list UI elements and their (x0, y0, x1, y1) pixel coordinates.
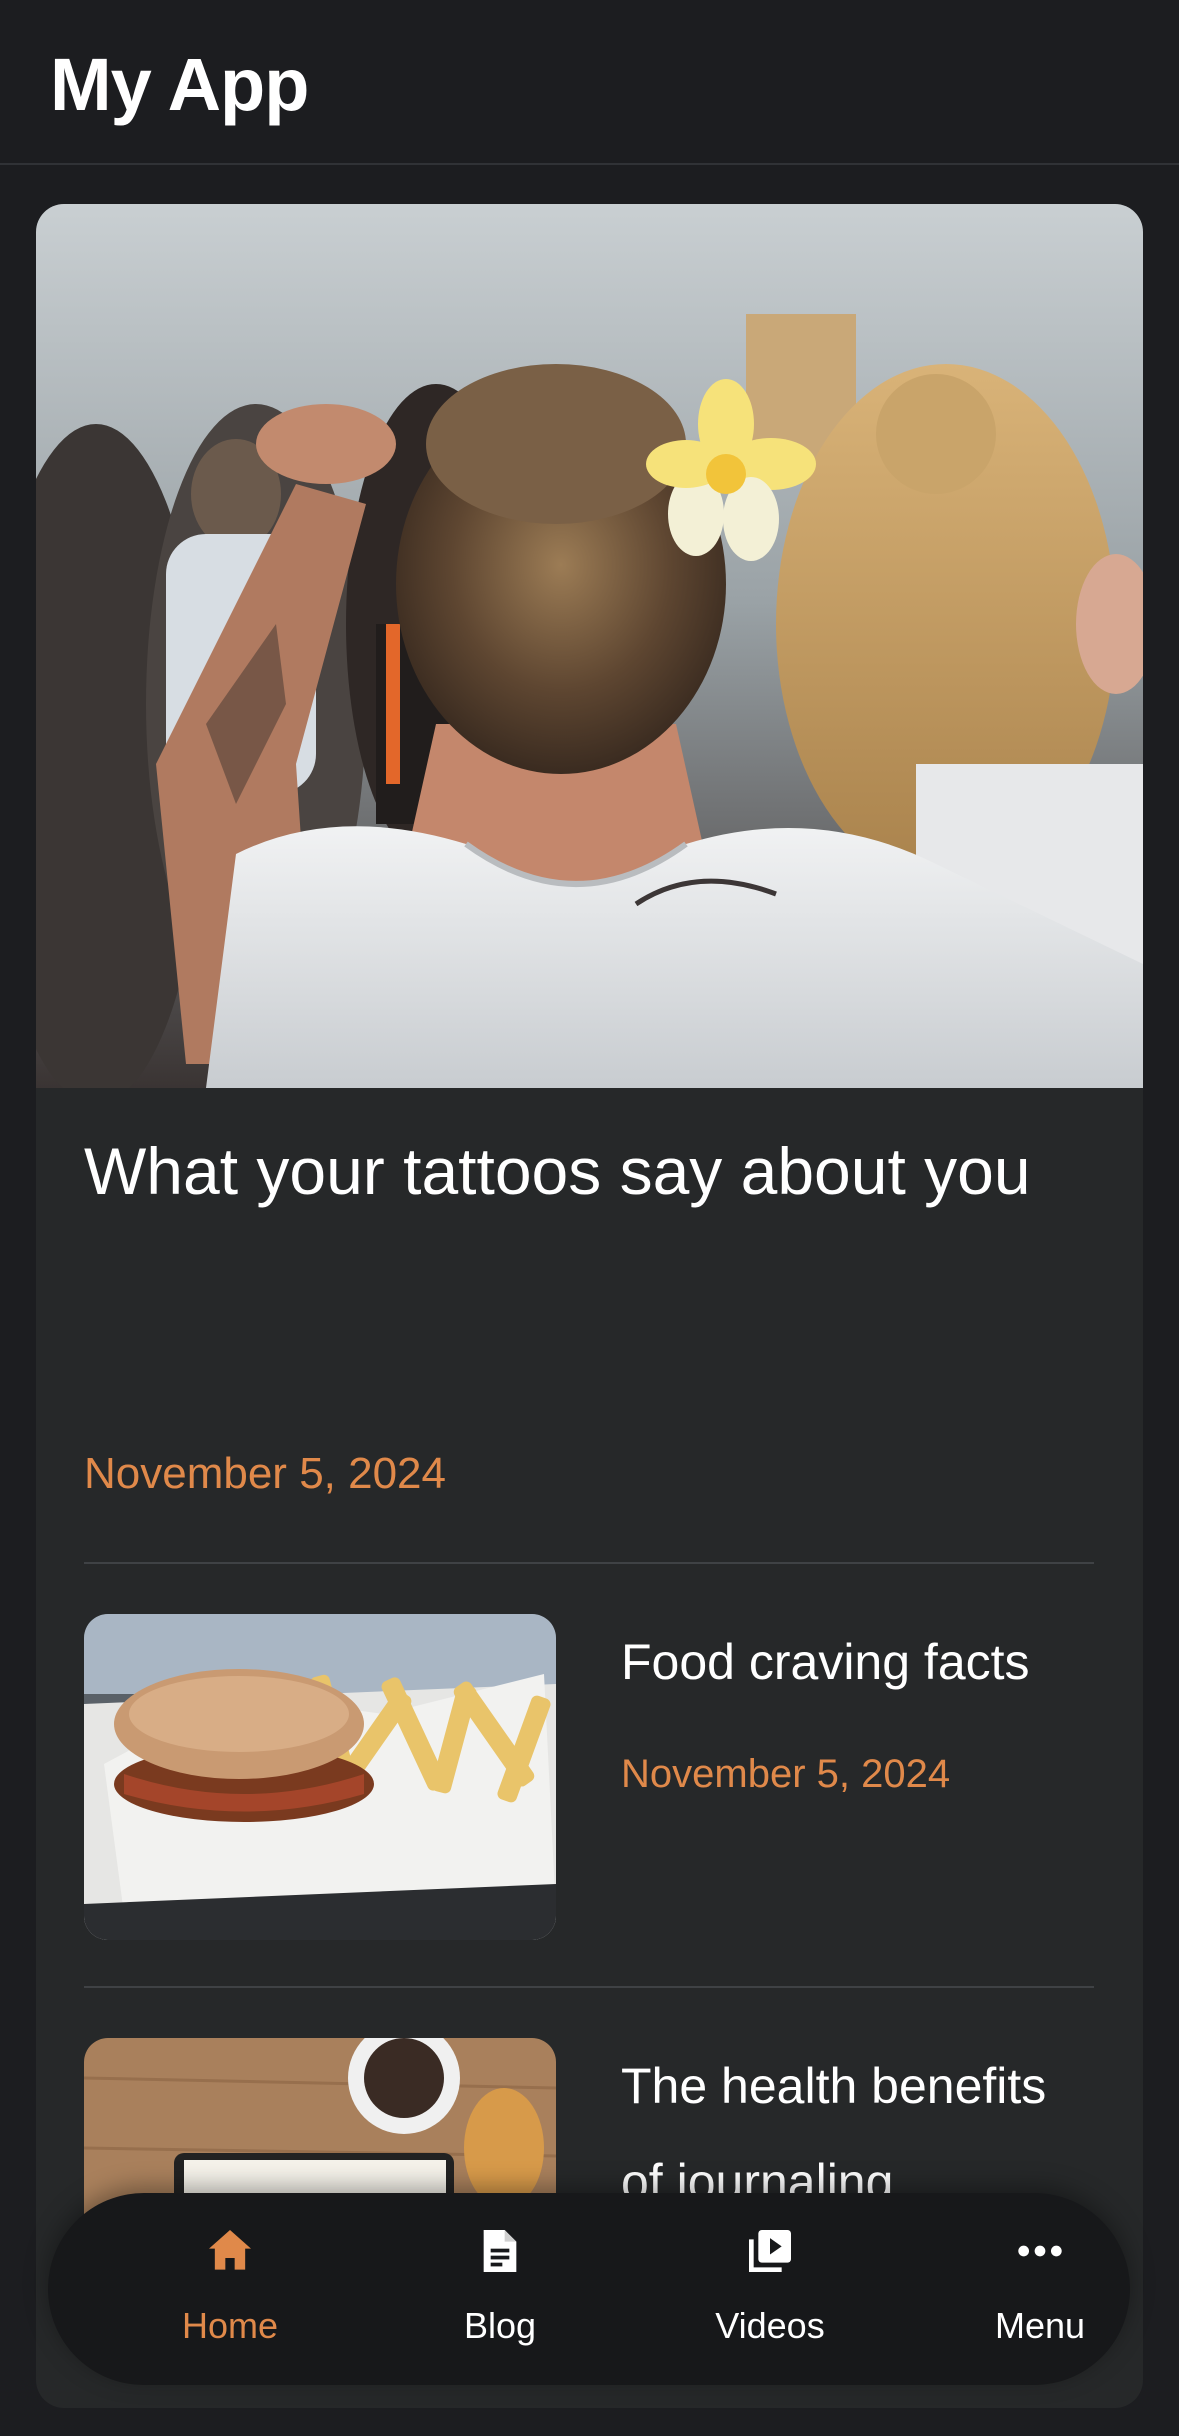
document-icon (483, 2230, 517, 2272)
nav-item-videos[interactable]: Videos (650, 2193, 890, 2385)
bottom-navigation: Home Blog Videos Menu (48, 2193, 1130, 2385)
nav-item-home[interactable]: Home (110, 2193, 350, 2385)
featured-article-date: November 5, 2024 (84, 1449, 446, 1498)
divider (84, 1562, 1094, 1564)
nav-item-blog[interactable]: Blog (380, 2193, 620, 2385)
divider (84, 1986, 1094, 1988)
article-feed-card: What your tattoos say about you November… (36, 204, 1143, 2408)
more-horizontal-icon (1018, 2245, 1062, 2257)
nav-label-home: Home (181, 2305, 279, 2346)
article-date: November 5, 2024 (621, 1752, 951, 1796)
burger-fries-photo (84, 1614, 556, 1940)
app-header: My App (0, 0, 1179, 165)
featured-photo (36, 204, 1143, 1088)
article-thumbnail (84, 1614, 556, 1940)
nav-item-menu[interactable]: Menu (920, 2193, 1160, 2385)
app-title: My App (50, 43, 309, 126)
featured-article-title[interactable]: What your tattoos say about you (84, 1104, 1094, 1238)
list-item-food-craving[interactable]: Food craving facts November 5, 2024 (84, 1614, 1094, 1940)
nav-label-menu: Menu (994, 2305, 1086, 2346)
article-title[interactable]: Food craving facts (621, 1614, 1101, 1710)
video-library-icon (749, 2230, 791, 2272)
featured-article-image[interactable] (36, 204, 1143, 1088)
nav-label-blog: Blog (463, 2305, 537, 2346)
nav-label-videos: Videos (715, 2305, 825, 2346)
home-icon (209, 2230, 251, 2270)
